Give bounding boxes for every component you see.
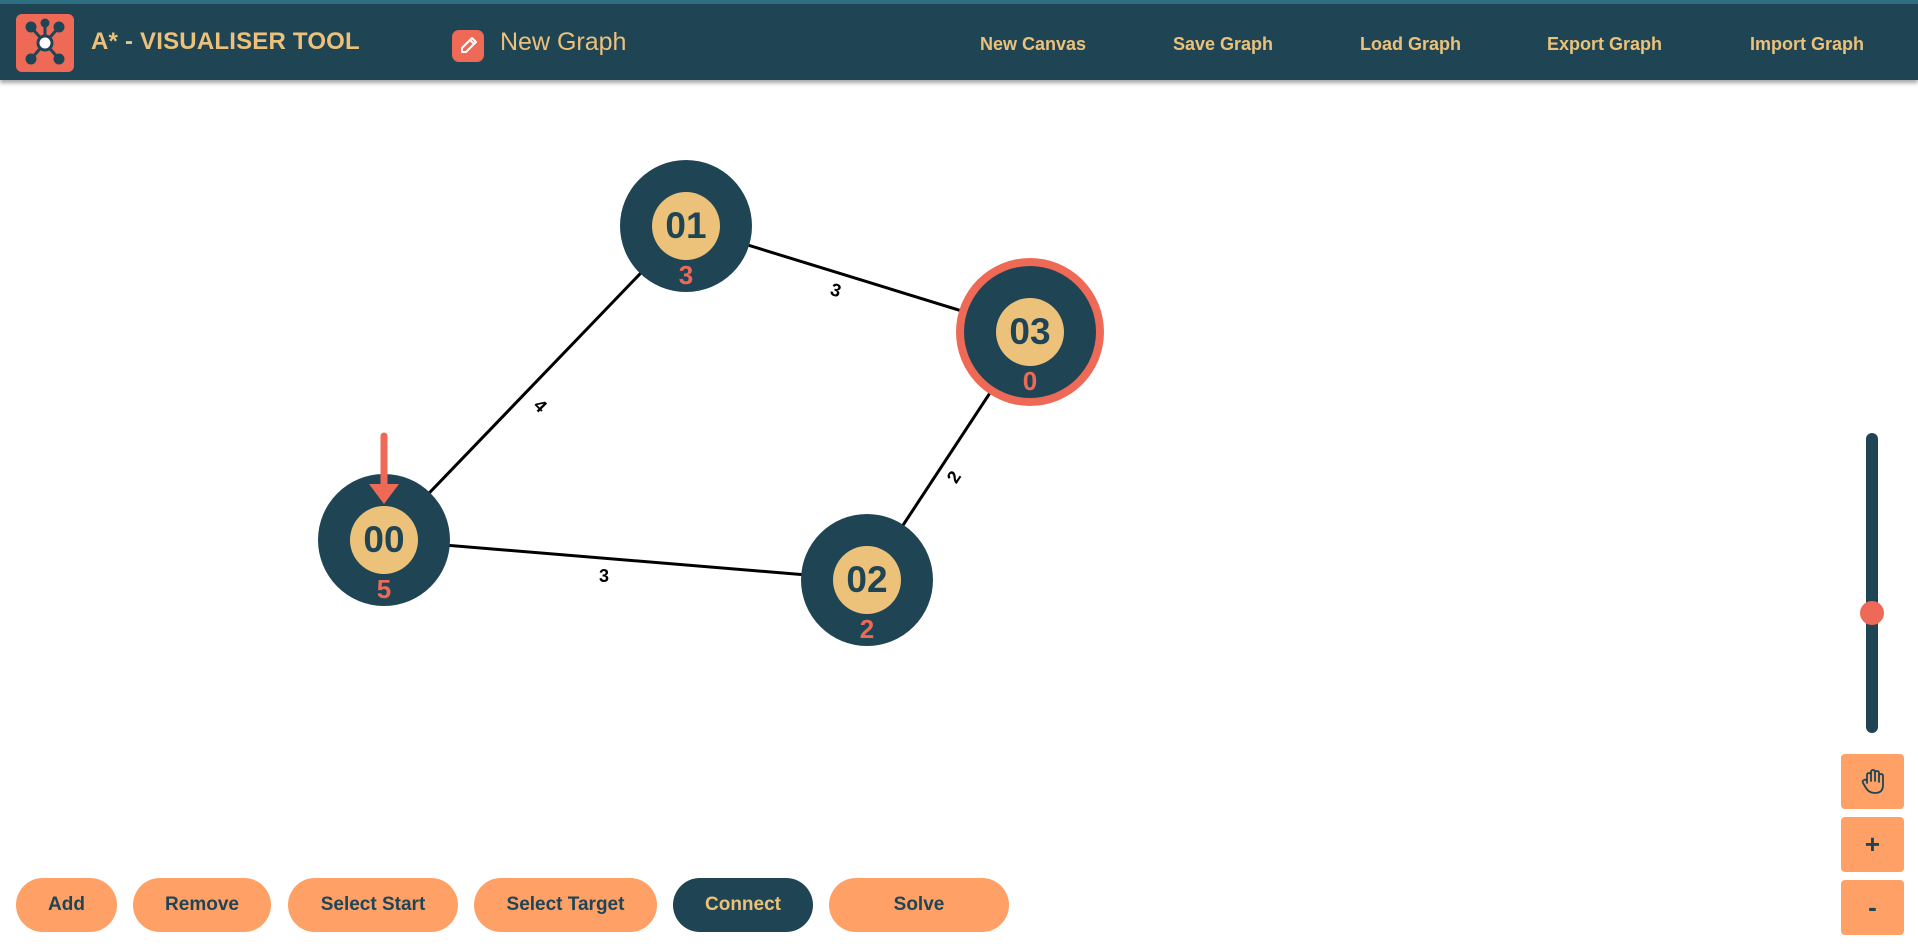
edit-graph-name-button[interactable] — [452, 30, 484, 62]
zoom-slider-thumb[interactable] — [1860, 601, 1884, 625]
pan-button[interactable] — [1841, 754, 1904, 809]
select-target-button[interactable]: Select Target — [474, 878, 657, 932]
pencil-icon — [461, 37, 477, 53]
add-button[interactable]: Add — [16, 878, 117, 932]
export-graph-link[interactable]: Export Graph — [1547, 34, 1662, 55]
new-canvas-link[interactable]: New Canvas — [980, 34, 1086, 55]
edge-weight-00-01: 4 — [530, 395, 551, 416]
zoom-in-button[interactable]: + — [1841, 817, 1904, 872]
load-graph-link[interactable]: Load Graph — [1360, 34, 1461, 55]
graph-node[interactable]: 01 3 — [620, 160, 752, 292]
graph-node-target[interactable]: 03 0 — [956, 258, 1104, 406]
node-label: 02 — [846, 559, 887, 600]
node-heuristic: 2 — [860, 614, 874, 644]
edge-00-02[interactable] — [383, 538, 868, 582]
node-label: 01 — [665, 205, 706, 246]
graph-name[interactable]: New Graph — [500, 28, 626, 57]
graph-node[interactable]: 02 2 — [801, 514, 933, 646]
node-heuristic: 3 — [679, 260, 693, 290]
edge-weight-02-03: 2 — [943, 467, 965, 486]
graph-canvas[interactable]: 4 3 3 2 01 3 03 0 00 5 02 2 — [0, 80, 1830, 860]
save-graph-link[interactable]: Save Graph — [1173, 34, 1273, 55]
import-graph-link[interactable]: Import Graph — [1750, 34, 1864, 55]
node-label: 00 — [363, 519, 404, 560]
remove-button[interactable]: Remove — [133, 878, 271, 932]
select-start-button[interactable]: Select Start — [288, 878, 458, 932]
zoom-slider[interactable] — [1866, 433, 1878, 733]
graph-logo-icon — [16, 14, 74, 72]
node-heuristic: 0 — [1023, 366, 1037, 396]
app-header: A* - VISUALISER TOOL New Graph New Canva… — [0, 0, 1918, 80]
app-title: A* - VISUALISER TOOL — [91, 28, 360, 55]
zoom-out-button[interactable]: - — [1841, 880, 1904, 935]
edge-weight-01-03: 3 — [828, 279, 843, 301]
hand-icon — [1861, 768, 1884, 794]
edge-weight-00-02: 3 — [599, 566, 609, 586]
node-label: 03 — [1009, 311, 1050, 352]
node-heuristic: 5 — [377, 574, 391, 604]
solve-button[interactable]: Solve — [829, 878, 1009, 932]
connect-button[interactable]: Connect — [673, 878, 813, 932]
